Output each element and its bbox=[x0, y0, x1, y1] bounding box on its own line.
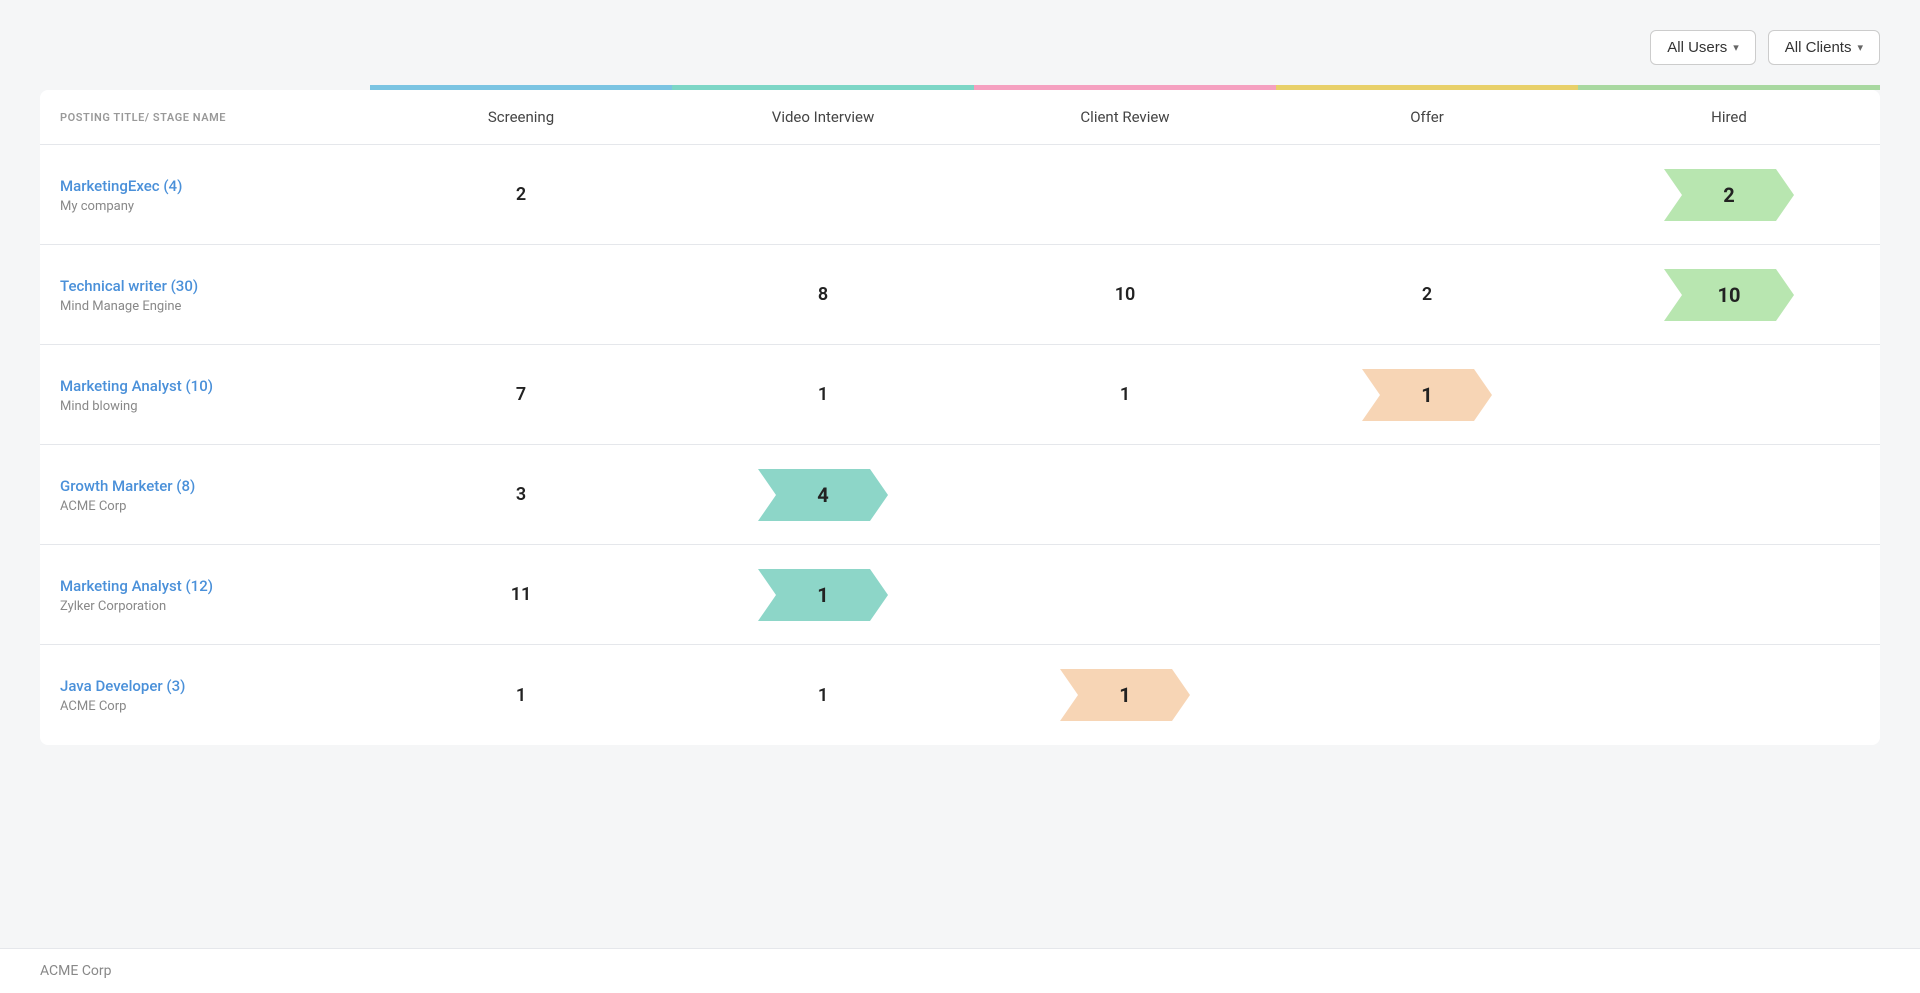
footer: ACME Corp bbox=[0, 948, 1920, 993]
job-cell: Marketing Analyst (12) Zylker Corporation bbox=[40, 556, 370, 634]
client-review-header: Client Review bbox=[974, 90, 1276, 144]
footer-company: ACME Corp bbox=[40, 963, 112, 979]
offer-cell: 1 bbox=[1276, 369, 1578, 421]
client-review-cell: 1 bbox=[974, 384, 1276, 405]
screening-cell: 11 bbox=[370, 584, 672, 605]
arrow-badge: 1 bbox=[758, 569, 888, 621]
screening-cell: 2 bbox=[370, 184, 672, 205]
arrow-value: 1 bbox=[817, 583, 828, 607]
job-title-link[interactable]: Marketing Analyst (10) bbox=[60, 377, 213, 395]
posting-title-header: POSTING TITLE/ STAGE NAME bbox=[40, 90, 370, 144]
job-cell: Growth Marketer (8) ACME Corp bbox=[40, 456, 370, 534]
all-clients-chevron: ▾ bbox=[1857, 41, 1863, 54]
video-interview-cell: 1 bbox=[672, 685, 974, 706]
screening-cell: 3 bbox=[370, 484, 672, 505]
client-review-cell: 1 bbox=[974, 669, 1276, 721]
top-bar: All Users ▾ All Clients ▾ bbox=[40, 30, 1880, 65]
table-row: MarketingExec (4) My company 2 2 bbox=[40, 145, 1880, 245]
table-row: Java Developer (3)ACME Corp11 1 bbox=[40, 645, 1880, 745]
video-interview-cell: 4 bbox=[672, 469, 974, 521]
job-company: ACME Corp bbox=[60, 699, 350, 714]
job-cell: Marketing Analyst (10) Mind blowing bbox=[40, 356, 370, 434]
all-clients-dropdown[interactable]: All Clients ▾ bbox=[1768, 30, 1880, 65]
arrow-badge: 4 bbox=[758, 469, 888, 521]
job-company: Mind Manage Engine bbox=[60, 299, 350, 314]
all-users-dropdown[interactable]: All Users ▾ bbox=[1650, 30, 1756, 65]
table-row: Marketing Analyst (10)Mind blowing711 1 bbox=[40, 345, 1880, 445]
table-row: Technical writer (30) Mind Manage Engine 8… bbox=[40, 245, 1880, 345]
job-cell: Technical writer (30) Mind Manage Engine bbox=[40, 256, 370, 334]
arrow-value: 10 bbox=[1718, 283, 1741, 307]
hired-cell: 10 bbox=[1578, 269, 1880, 321]
hired-cell: 2 bbox=[1578, 169, 1880, 221]
job-title-link[interactable]: Marketing Analyst (12) bbox=[60, 577, 213, 595]
arrow-badge: 10 bbox=[1664, 269, 1794, 321]
job-company: Mind blowing bbox=[60, 399, 350, 414]
job-title-link[interactable]: Growth Marketer (8) bbox=[60, 477, 195, 495]
offer-cell: 2 bbox=[1276, 284, 1578, 305]
video-interview-cell: 1 bbox=[672, 569, 974, 621]
arrow-badge: 1 bbox=[1362, 369, 1492, 421]
job-title-link[interactable]: MarketingExec (4) bbox=[60, 177, 182, 195]
screening-cell: 7 bbox=[370, 384, 672, 405]
arrow-badge: 1 bbox=[1060, 669, 1190, 721]
screening-cell: 1 bbox=[370, 685, 672, 706]
table-row: Marketing Analyst (12) Zylker Corporation… bbox=[40, 545, 1880, 645]
table-header: POSTING TITLE/ STAGE NAME Screening Vide… bbox=[40, 90, 1880, 145]
job-company: Zylker Corporation bbox=[60, 599, 350, 614]
job-cell: Java Developer (3) ACME Corp bbox=[40, 656, 370, 734]
offer-header: Offer bbox=[1276, 90, 1578, 144]
job-title-link[interactable]: Technical writer (30) bbox=[60, 277, 198, 295]
page-container: All Users ▾ All Clients ▾ POSTING TITLE/… bbox=[0, 0, 1920, 993]
all-users-label: All Users bbox=[1667, 39, 1727, 56]
video-interview-cell: 1 bbox=[672, 384, 974, 405]
all-clients-label: All Clients bbox=[1785, 39, 1852, 56]
job-company: ACME Corp bbox=[60, 499, 350, 514]
table-body: MarketingExec (4)My company2 2Technical … bbox=[40, 145, 1880, 745]
video-interview-header: Video Interview bbox=[672, 90, 974, 144]
hired-header: Hired bbox=[1578, 90, 1880, 144]
job-company: My company bbox=[60, 199, 350, 214]
video-interview-cell: 8 bbox=[672, 284, 974, 305]
arrow-value: 2 bbox=[1723, 183, 1734, 207]
client-review-cell: 10 bbox=[974, 284, 1276, 305]
job-title-link[interactable]: Java Developer (3) bbox=[60, 677, 185, 695]
arrow-value: 4 bbox=[817, 483, 828, 507]
table-row: Growth Marketer (8) ACME Corp 3 4 bbox=[40, 445, 1880, 545]
screening-header: Screening bbox=[370, 90, 672, 144]
all-users-chevron: ▾ bbox=[1733, 41, 1739, 54]
arrow-value: 1 bbox=[1421, 383, 1432, 407]
arrow-badge: 2 bbox=[1664, 169, 1794, 221]
arrow-value: 1 bbox=[1119, 683, 1130, 707]
pipeline-table: POSTING TITLE/ STAGE NAME Screening Vide… bbox=[40, 90, 1880, 745]
job-cell: MarketingExec (4) My company bbox=[40, 156, 370, 234]
